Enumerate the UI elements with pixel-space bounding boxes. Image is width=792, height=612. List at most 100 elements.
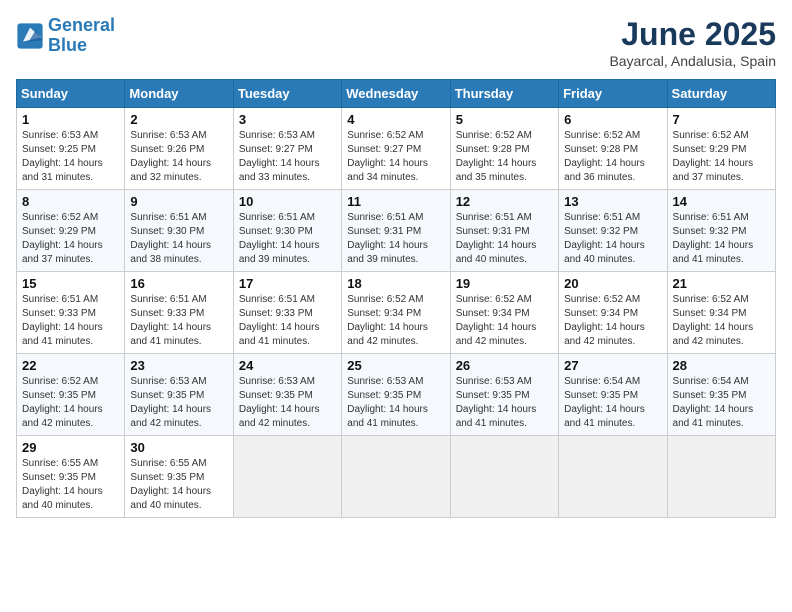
calendar-cell: 5 Sunrise: 6:52 AMSunset: 9:28 PMDaylight… — [450, 108, 558, 190]
day-number: 11 — [347, 194, 444, 209]
day-number: 25 — [347, 358, 444, 373]
calendar-cell: 4 Sunrise: 6:52 AMSunset: 9:27 PMDaylight… — [342, 108, 450, 190]
day-info: Sunrise: 6:52 AMSunset: 9:28 PMDaylight:… — [456, 129, 553, 185]
calendar-cell: 9Sunrise: 6:51 AMSunset: 9:30 PMDaylight… — [125, 190, 233, 272]
day-info: Sunrise: 6:51 AMSunset: 9:32 PMDaylight:… — [564, 211, 661, 267]
day-number: 22 — [22, 358, 119, 373]
calendar-cell: 28Sunrise: 6:54 AMSunset: 9:35 PMDayligh… — [667, 354, 775, 436]
header-tuesday: Tuesday — [233, 80, 341, 108]
day-number: 4 — [347, 112, 444, 127]
day-info: Sunrise: 6:51 AMSunset: 9:33 PMDaylight:… — [130, 293, 227, 349]
day-info: Sunrise: 6:52 AMSunset: 9:29 PMDaylight:… — [673, 129, 770, 185]
day-number: 15 — [22, 276, 119, 291]
month-title: June 2025 — [609, 16, 776, 53]
calendar-week-5: 29 Sunrise: 6:55 AMSunset: 9:35 PMDayligh… — [17, 436, 776, 518]
day-number: 2 — [130, 112, 227, 127]
calendar-cell — [342, 436, 450, 518]
calendar-header-row: SundayMondayTuesdayWednesdayThursdayFrid… — [17, 80, 776, 108]
day-info: Sunrise: 6:53 AMSunset: 9:35 PMDaylight:… — [347, 375, 444, 431]
day-number: 30 — [130, 440, 227, 455]
day-info: Sunrise: 6:51 AMSunset: 9:33 PMDaylight:… — [239, 293, 336, 349]
day-info: Sunrise: 6:51 AMSunset: 9:31 PMDaylight:… — [347, 211, 444, 267]
calendar-week-3: 15 Sunrise: 6:51 AMSunset: 9:33 PMDayligh… — [17, 272, 776, 354]
page-header: General Blue June 2025 Bayarcal, Andalus… — [16, 16, 776, 69]
day-number: 10 — [239, 194, 336, 209]
calendar-cell: 25 Sunrise: 6:53 AMSunset: 9:35 PMDayligh… — [342, 354, 450, 436]
day-info: Sunrise: 6:54 AMSunset: 9:35 PMDaylight:… — [564, 375, 661, 431]
calendar-cell: 17 Sunrise: 6:51 AMSunset: 9:33 PMDayligh… — [233, 272, 341, 354]
calendar-cell: 11 Sunrise: 6:51 AMSunset: 9:31 PMDayligh… — [342, 190, 450, 272]
day-number: 21 — [673, 276, 770, 291]
day-number: 1 — [22, 112, 119, 127]
day-number: 16 — [130, 276, 227, 291]
logo: General Blue — [16, 16, 115, 56]
day-info: Sunrise: 6:53 AMSunset: 9:35 PMDaylight:… — [239, 375, 336, 431]
day-info: Sunrise: 6:52 AMSunset: 9:28 PMDaylight:… — [564, 129, 661, 185]
day-number: 29 — [22, 440, 119, 455]
day-number: 14 — [673, 194, 770, 209]
calendar-cell: 29Sunrise: 6:55 AMSunset: 9:35 PMDayligh… — [17, 436, 125, 518]
day-info: Sunrise: 6:53 AMSunset: 9:25 PMDaylight:… — [22, 129, 119, 185]
day-number: 26 — [456, 358, 553, 373]
calendar-week-1: 1 Sunrise: 6:53 AMSunset: 9:25 PMDaylight… — [17, 108, 776, 190]
day-number: 18 — [347, 276, 444, 291]
header-sunday: Sunday — [17, 80, 125, 108]
calendar-cell: 1 Sunrise: 6:53 AMSunset: 9:25 PMDaylight… — [17, 108, 125, 190]
logo-line1: General — [48, 15, 115, 35]
day-number: 13 — [564, 194, 661, 209]
calendar-cell — [450, 436, 558, 518]
day-number: 23 — [130, 358, 227, 373]
calendar-cell: 21 Sunrise: 6:52 AMSunset: 9:34 PMDayligh… — [667, 272, 775, 354]
calendar-cell: 13 Sunrise: 6:51 AMSunset: 9:32 PMDayligh… — [559, 190, 667, 272]
logo-icon — [16, 22, 44, 50]
calendar-cell: 20Sunrise: 6:52 AMSunset: 9:34 PMDayligh… — [559, 272, 667, 354]
calendar-cell: 24Sunrise: 6:53 AMSunset: 9:35 PMDayligh… — [233, 354, 341, 436]
calendar-cell: 19 Sunrise: 6:52 AMSunset: 9:34 PMDayligh… — [450, 272, 558, 354]
day-info: Sunrise: 6:52 AMSunset: 9:29 PMDaylight:… — [22, 211, 119, 267]
calendar-cell: 16 Sunrise: 6:51 AMSunset: 9:33 PMDayligh… — [125, 272, 233, 354]
day-number: 7 — [673, 112, 770, 127]
logo-line2: Blue — [48, 35, 87, 55]
calendar-cell: 7 Sunrise: 6:52 AMSunset: 9:29 PMDaylight… — [667, 108, 775, 190]
day-info: Sunrise: 6:52 AMSunset: 9:34 PMDaylight:… — [347, 293, 444, 349]
calendar-cell: 22 Sunrise: 6:52 AMSunset: 9:35 PMDayligh… — [17, 354, 125, 436]
day-number: 17 — [239, 276, 336, 291]
calendar-week-2: 8Sunrise: 6:52 AMSunset: 9:29 PMDaylight… — [17, 190, 776, 272]
day-info: Sunrise: 6:53 AMSunset: 9:27 PMDaylight:… — [239, 129, 336, 185]
day-number: 20 — [564, 276, 661, 291]
day-info: Sunrise: 6:51 AMSunset: 9:31 PMDaylight:… — [456, 211, 553, 267]
day-number: 6 — [564, 112, 661, 127]
header-wednesday: Wednesday — [342, 80, 450, 108]
day-info: Sunrise: 6:51 AMSunset: 9:33 PMDaylight:… — [22, 293, 119, 349]
day-info: Sunrise: 6:52 AMSunset: 9:35 PMDaylight:… — [22, 375, 119, 431]
day-number: 28 — [673, 358, 770, 373]
day-number: 9 — [130, 194, 227, 209]
calendar-cell: 18 Sunrise: 6:52 AMSunset: 9:34 PMDayligh… — [342, 272, 450, 354]
day-number: 5 — [456, 112, 553, 127]
calendar-table: SundayMondayTuesdayWednesdayThursdayFrid… — [16, 79, 776, 518]
header-friday: Friday — [559, 80, 667, 108]
calendar-cell: 15 Sunrise: 6:51 AMSunset: 9:33 PMDayligh… — [17, 272, 125, 354]
day-number: 27 — [564, 358, 661, 373]
day-info: Sunrise: 6:52 AMSunset: 9:34 PMDaylight:… — [456, 293, 553, 349]
calendar-cell: 14 Sunrise: 6:51 AMSunset: 9:32 PMDayligh… — [667, 190, 775, 272]
calendar-cell: 8Sunrise: 6:52 AMSunset: 9:29 PMDaylight… — [17, 190, 125, 272]
calendar-cell: 30 Sunrise: 6:55 AMSunset: 9:35 PMDayligh… — [125, 436, 233, 518]
logo-text: General Blue — [48, 16, 115, 56]
day-info: Sunrise: 6:55 AMSunset: 9:35 PMDaylight:… — [130, 457, 227, 513]
header-thursday: Thursday — [450, 80, 558, 108]
day-info: Sunrise: 6:52 AMSunset: 9:34 PMDaylight:… — [673, 293, 770, 349]
day-info: Sunrise: 6:53 AMSunset: 9:26 PMDaylight:… — [130, 129, 227, 185]
day-number: 12 — [456, 194, 553, 209]
day-number: 19 — [456, 276, 553, 291]
calendar-cell: 27 Sunrise: 6:54 AMSunset: 9:35 PMDayligh… — [559, 354, 667, 436]
day-info: Sunrise: 6:51 AMSunset: 9:32 PMDaylight:… — [673, 211, 770, 267]
header-monday: Monday — [125, 80, 233, 108]
day-info: Sunrise: 6:53 AMSunset: 9:35 PMDaylight:… — [456, 375, 553, 431]
header-saturday: Saturday — [667, 80, 775, 108]
day-number: 3 — [239, 112, 336, 127]
calendar-cell — [559, 436, 667, 518]
calendar-cell — [667, 436, 775, 518]
day-info: Sunrise: 6:52 AMSunset: 9:27 PMDaylight:… — [347, 129, 444, 185]
calendar-cell: 2 Sunrise: 6:53 AMSunset: 9:26 PMDaylight… — [125, 108, 233, 190]
